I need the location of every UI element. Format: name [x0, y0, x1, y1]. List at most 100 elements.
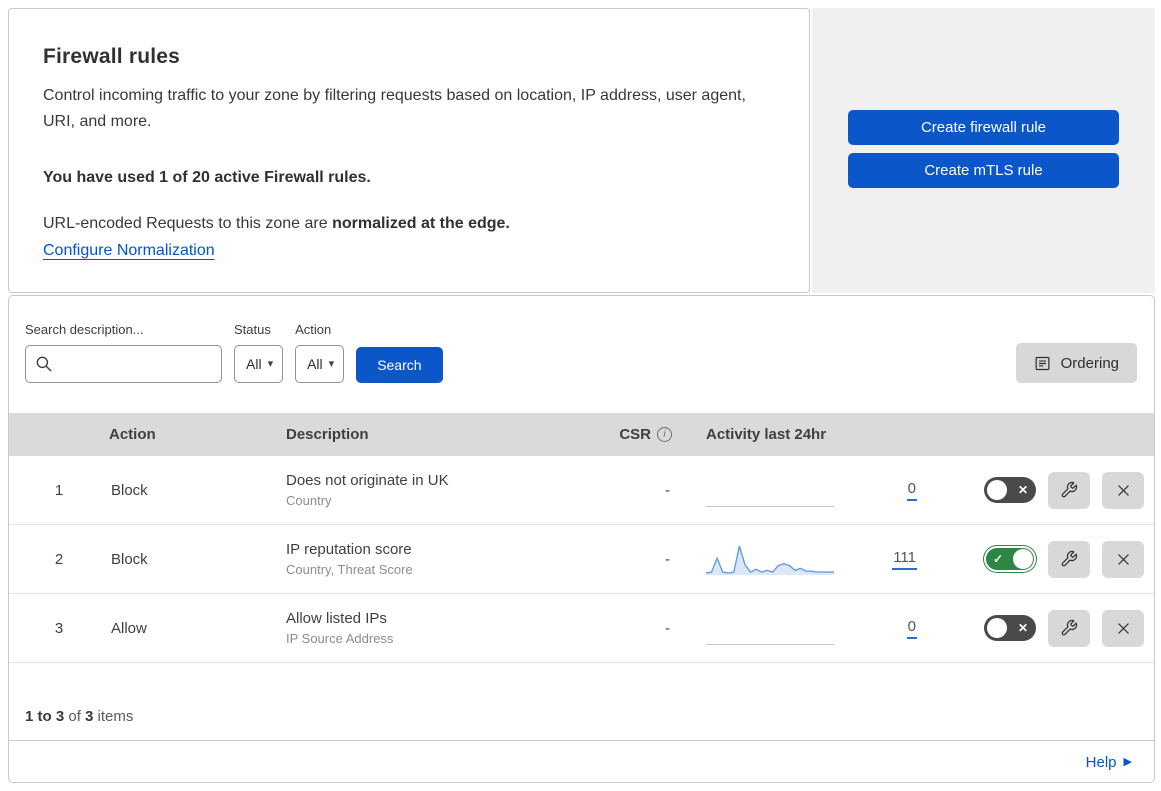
rule-activity-cell: 0: [676, 611, 919, 645]
page-title: Firewall rules: [43, 45, 181, 68]
rule-description: Does not originate in UK: [286, 472, 449, 489]
search-icon: [36, 356, 52, 372]
firewall-rules-page: Firewall rules Control incoming traffic …: [0, 0, 1161, 791]
delete-rule-button[interactable]: [1102, 609, 1144, 647]
rule-controls: ✕: [919, 609, 1154, 647]
search-button[interactable]: Search: [356, 347, 443, 383]
action-selected-value: All: [307, 356, 323, 372]
delete-rule-button[interactable]: [1102, 471, 1144, 509]
rule-enabled-toggle[interactable]: ✕: [984, 477, 1036, 503]
rule-fields: Country: [286, 493, 332, 508]
create-firewall-rule-button[interactable]: Create firewall rule: [848, 110, 1119, 145]
chevron-down-icon: ▾: [328, 357, 335, 370]
rule-csr-value: -: [665, 550, 670, 568]
toggle-knob: [987, 618, 1007, 638]
rule-description-cell: Does not originate in UK Country: [286, 472, 586, 508]
table-row: 3 Allow Allow listed IPs IP Source Addre…: [9, 594, 1154, 663]
toggle-state-icon: ✕: [1017, 621, 1028, 635]
edit-rule-button[interactable]: [1048, 609, 1090, 647]
activity-count-link[interactable]: 0: [906, 618, 917, 639]
rule-priority: 3: [54, 619, 64, 637]
action-filter-group: Action All ▾: [295, 322, 345, 383]
search-label: Search description...: [25, 322, 144, 337]
list-icon: [1035, 356, 1050, 370]
items-range: 1 to 3: [25, 708, 65, 725]
action-label: Action: [295, 322, 332, 337]
search-input[interactable]: [25, 345, 222, 383]
wrench-icon: [1061, 619, 1078, 636]
items-of: of: [64, 708, 86, 725]
rule-enabled-toggle[interactable]: ✕: [984, 615, 1036, 641]
table-header: Action Description CSR i Activity last 2…: [9, 413, 1154, 456]
rule-action: Block: [111, 481, 148, 499]
rule-priority: 2: [54, 550, 64, 568]
table-row: 2 Block IP reputation score Country, Thr…: [9, 525, 1154, 594]
wrench-icon: [1061, 481, 1078, 498]
wrench-icon: [1061, 550, 1078, 567]
action-dropdown[interactable]: All ▾: [295, 345, 345, 383]
close-icon: [1117, 484, 1129, 496]
rule-description: IP reputation score: [286, 541, 412, 558]
help-link[interactable]: Help ▶: [1086, 754, 1132, 771]
normalization-bold-text: normalized at the edge.: [332, 214, 510, 232]
header-description: Description: [286, 426, 369, 443]
normalization-text: URL-encoded Requests to this zone are: [43, 214, 333, 232]
activity-sparkline: [706, 611, 834, 645]
configure-normalization-link[interactable]: Configure Normalization: [43, 242, 215, 260]
search-box: [25, 345, 222, 383]
activity-sparkline: [706, 473, 834, 507]
edit-rule-button[interactable]: [1048, 471, 1090, 509]
search-filter-group: Search description...: [25, 322, 222, 383]
items-word: items: [93, 708, 134, 725]
rule-controls: ✓: [919, 540, 1154, 578]
page-description: Control incoming traffic to your zone by…: [43, 87, 746, 131]
rule-fields: Country, Threat Score: [286, 562, 413, 577]
firewall-rules-intro-panel: Firewall rules Control incoming traffic …: [8, 8, 810, 293]
delete-rule-button[interactable]: [1102, 540, 1144, 578]
status-filter-group: Status All ▾: [234, 322, 284, 383]
info-icon[interactable]: i: [657, 427, 672, 442]
status-dropdown[interactable]: All ▾: [234, 345, 284, 383]
header-action: Action: [109, 426, 156, 443]
chevron-down-icon: ▾: [267, 357, 274, 370]
header-csr: CSR i: [586, 426, 676, 443]
toggle-state-icon: ✕: [1017, 483, 1028, 497]
rule-description-cell: IP reputation score Country, Threat Scor…: [286, 541, 586, 577]
activity-count-link[interactable]: 111: [892, 549, 917, 570]
arrow-right-icon: ▶: [1123, 755, 1132, 768]
close-icon: [1117, 553, 1129, 565]
normalization-note: URL-encoded Requests to this zone are no…: [43, 215, 759, 233]
header-activity: Activity last 24hr: [706, 426, 827, 443]
filter-bar: Search description... Status All ▾ Actio…: [9, 296, 1154, 383]
rule-controls: ✕: [919, 471, 1154, 509]
rule-description-cell: Allow listed IPs IP Source Address: [286, 610, 586, 646]
rule-action: Block: [111, 550, 148, 568]
rule-activity-cell: 0: [676, 473, 919, 507]
rule-action: Allow: [111, 619, 147, 637]
rule-fields: IP Source Address: [286, 631, 394, 646]
help-label: Help: [1085, 753, 1117, 771]
rule-csr-value: -: [665, 619, 670, 637]
activity-count-link[interactable]: 0: [906, 480, 917, 501]
ordering-button[interactable]: Ordering: [1015, 343, 1137, 383]
rule-description: Allow listed IPs: [286, 610, 387, 627]
usage-summary: You have used 1 of 20 active Firewall ru…: [43, 168, 371, 186]
toggle-knob: [1013, 549, 1033, 569]
rule-enabled-toggle[interactable]: ✓: [984, 546, 1036, 572]
rules-list-card: Search description... Status All ▾ Actio…: [8, 295, 1155, 783]
ordering-label: Ordering: [1060, 354, 1119, 372]
close-icon: [1117, 622, 1129, 634]
help-bar: Help ▶: [9, 740, 1154, 782]
create-mtls-rule-button[interactable]: Create mTLS rule: [848, 153, 1119, 188]
status-selected-value: All: [246, 356, 262, 372]
actions-panel: Create firewall rule Create mTLS rule: [812, 8, 1155, 293]
toggle-state-icon: ✓: [993, 552, 1004, 566]
toggle-knob: [987, 480, 1007, 500]
status-label: Status: [234, 322, 271, 337]
activity-sparkline: [705, 542, 834, 576]
edit-rule-button[interactable]: [1048, 540, 1090, 578]
rule-priority: 1: [54, 481, 64, 499]
header-csr-label: CSR: [619, 426, 651, 443]
rule-csr-value: -: [665, 481, 670, 499]
rule-activity-cell: 111: [676, 542, 919, 576]
